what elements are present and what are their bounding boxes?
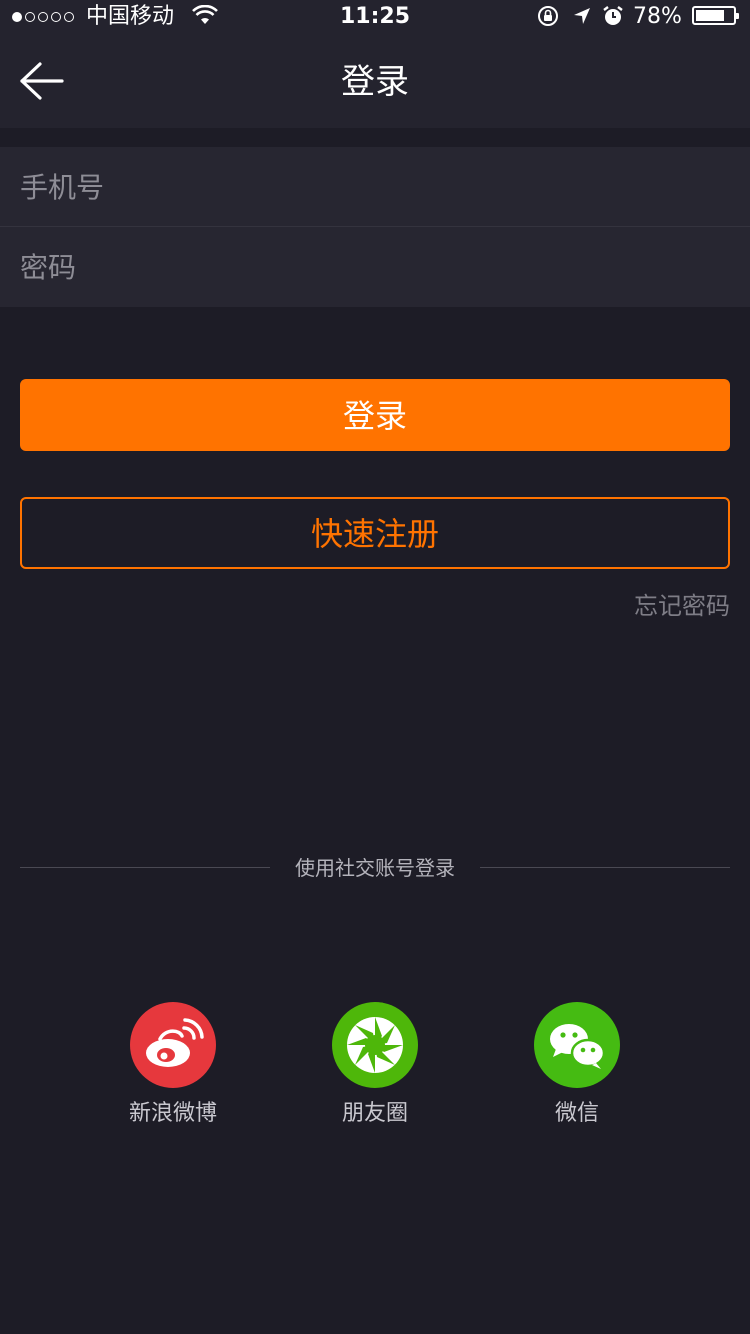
navigation-bar: 登录 — [0, 40, 750, 128]
battery-icon — [692, 6, 739, 25]
phone-row — [0, 147, 750, 227]
signal-dot — [38, 12, 48, 22]
rotation-lock-icon — [538, 6, 558, 26]
password-input[interactable] — [20, 227, 730, 307]
password-row — [0, 227, 750, 307]
wechat-login-button[interactable]: 微信 — [512, 1002, 642, 1132]
signal-dot — [64, 12, 74, 22]
battery-level-fill — [696, 10, 725, 21]
wechat-icon — [534, 1002, 620, 1088]
weibo-label: 新浪微博 — [128, 1101, 217, 1126]
divider-line-left — [20, 867, 270, 868]
signal-strength-icon — [12, 8, 77, 26]
wechat-label: 微信 — [554, 1101, 599, 1126]
login-button[interactable]: 登录 — [20, 379, 730, 451]
social-login-divider-text: 使用社交账号登录 — [295, 856, 455, 880]
battery-percent: 78% — [633, 4, 682, 29]
forgot-password-link[interactable]: 忘记密码 — [634, 590, 730, 622]
phone-input[interactable] — [20, 147, 730, 227]
back-button[interactable] — [14, 58, 68, 104]
alarm-icon — [603, 6, 623, 25]
arrow-left-icon — [20, 62, 64, 100]
location-arrow-icon — [574, 8, 590, 24]
signal-dot — [51, 12, 61, 22]
wifi-icon — [192, 5, 218, 24]
quick-register-button[interactable]: 快速注册 — [20, 497, 730, 569]
weibo-icon — [130, 1002, 216, 1088]
moments-label: 朋友圈 — [341, 1101, 408, 1126]
weibo-login-button[interactable]: 新浪微博 — [108, 1002, 238, 1132]
moments-login-button[interactable]: 朋友圈 — [310, 1002, 440, 1132]
status-bar: 中国移动 11:25 78% — [0, 0, 750, 40]
signal-dot — [12, 12, 22, 22]
login-form — [0, 147, 750, 307]
carrier-name: 中国移动 — [86, 4, 175, 29]
moments-icon — [332, 1002, 418, 1088]
page-title: 登录 — [341, 62, 409, 102]
signal-dot — [25, 12, 35, 22]
divider-line-right — [480, 867, 730, 868]
